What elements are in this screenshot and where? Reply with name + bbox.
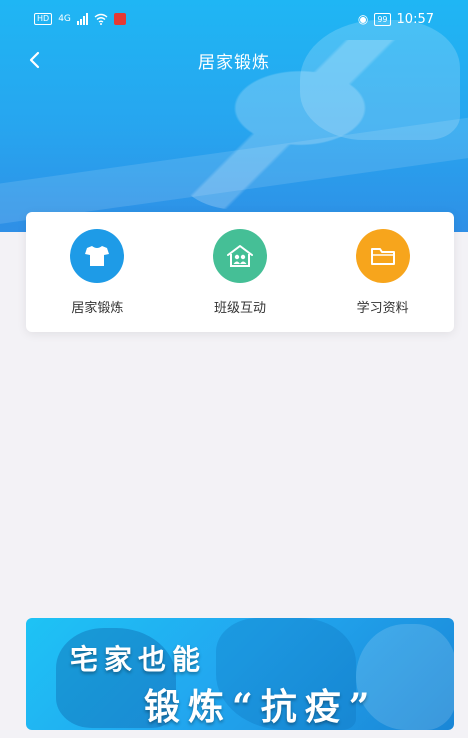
study-materials-icon-circle: [355, 228, 410, 283]
menu-item-label: 居家锻炼: [71, 300, 124, 316]
menu-item-label: 学习资料: [356, 300, 409, 316]
home-exercise-icon-circle: [70, 228, 125, 283]
banner-headline-1: 宅家也能: [70, 643, 207, 676]
status-right: ◉ 99 10:57: [358, 12, 434, 27]
signal-icon: [76, 13, 88, 25]
menu-item-home-exercise[interactable]: 居家锻炼: [42, 228, 152, 316]
banner-headline-2: 锻炼“抗疫”: [144, 686, 378, 728]
menu-item-label: 班级互动: [213, 300, 266, 316]
feature-menu-card: 居家锻炼 班级互动 学习资料: [26, 212, 454, 332]
folder-icon: [370, 247, 395, 265]
app-notification-icon: [113, 13, 126, 25]
page-title: 居家锻炼: [198, 53, 270, 73]
menu-item-study-materials[interactable]: 学习资料: [328, 228, 438, 316]
eye-comfort-icon: ◉: [357, 12, 369, 26]
wifi-icon: [94, 13, 108, 25]
nav-bar: 居家锻炼: [0, 38, 468, 82]
clock: 10:57: [396, 11, 434, 27]
status-left: HD 4G: [34, 13, 126, 25]
tshirt-icon: [85, 245, 110, 266]
class-people-icon: [226, 244, 253, 267]
promo-banner[interactable]: 宅家也能 锻炼“抗疫”: [26, 618, 454, 730]
menu-item-class-interaction[interactable]: 班级互动: [185, 228, 295, 316]
status-bar: HD 4G ◉ 99 10:57: [0, 0, 468, 38]
network-type: 4G: [58, 14, 71, 24]
class-interaction-icon-circle: [212, 228, 267, 283]
battery-icon: 99: [374, 12, 391, 26]
hd-badge: HD: [34, 13, 53, 25]
